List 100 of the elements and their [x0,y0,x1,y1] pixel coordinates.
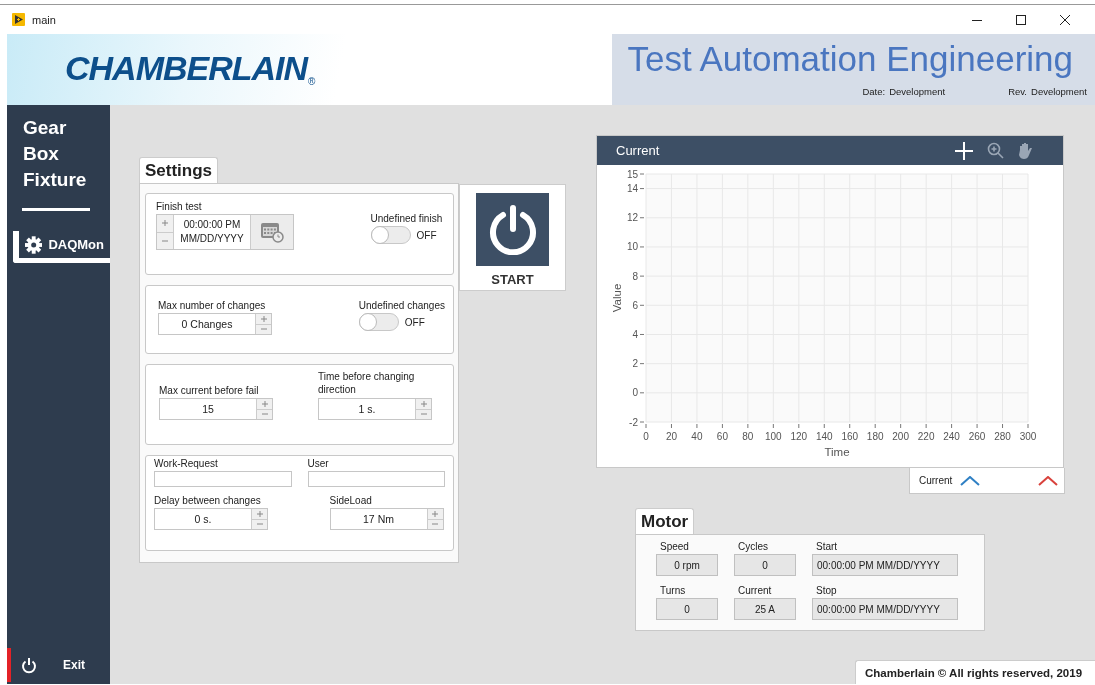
toggle-state: OFF [404,316,425,328]
tick-label: 40 [691,431,703,442]
increment-button[interactable] [157,215,173,232]
legend-label: Current [919,475,953,486]
tick-label: 120 [790,431,808,442]
datetime-field[interactable]: 00:00:00 PM MM/DD/YYYY [156,214,294,250]
field-label: SideLoad [329,495,373,506]
maximize-icon [1016,14,1026,25]
plus-icon [256,510,263,517]
tick-label: 0 [643,431,649,442]
minus-icon [261,413,268,416]
field-label: Start [815,541,839,552]
minus-icon [260,328,267,331]
decrement-button[interactable] [257,408,272,419]
field-label: Work-Request [154,458,219,469]
tick-label: -2 [629,416,638,428]
field-label: User [307,458,330,469]
readout-field: 00:00:00 PM MM/DD/YYYY [812,598,958,620]
minus-icon [162,239,168,242]
plus-icon [420,400,427,407]
field-label: Speed [659,541,690,552]
numeric-field[interactable]: 1 s. [318,398,432,420]
window-title: main [32,13,57,26]
tick-label: 2 [632,358,638,370]
tick-label: 100 [765,431,782,442]
plus-icon [432,510,438,517]
minus-icon [256,523,263,526]
readout-field: 0 [656,598,718,620]
field-label: Time before changing direction [318,370,416,396]
increment-button[interactable] [252,509,267,519]
tick-label: 180 [866,431,884,442]
numeric-field[interactable]: 17 Nm [329,508,444,530]
line-style-icon[interactable] [960,475,981,486]
hand-icon[interactable] [1018,142,1033,159]
numeric-field[interactable]: 0 Changes [158,313,272,335]
tick-label: 80 [742,431,754,442]
panel-tab[interactable]: Settings [139,157,219,183]
field-label: Stop [815,585,838,596]
crosshair-icon[interactable] [955,141,973,160]
toggle-label: Undefined finish [370,213,443,224]
minus-icon [420,413,427,416]
numeric-field[interactable]: 0 s. [154,508,268,530]
toggle-switch[interactable] [370,226,411,244]
datetime-text: MM/DD/YYYY [180,232,244,246]
tick-label: 260 [968,431,986,442]
tick-label: 14 [626,183,638,195]
axis-title: Value [611,283,623,313]
decrement-button[interactable] [427,518,443,529]
decrement-button[interactable] [252,518,267,529]
decrement-button[interactable] [416,408,431,419]
minus-icon [432,523,438,526]
tick-label: 6 [632,299,638,311]
nav-item[interactable]: DAQMon [13,231,110,263]
close-icon [1060,14,1070,25]
tick-label: 240 [943,431,960,442]
tick-label: 10 [626,241,638,253]
text-field[interactable] [154,471,292,487]
plus-icon [260,315,267,322]
app-title: Gear Box Fixture [23,116,87,192]
toggle-label: Undefined changes [358,300,445,311]
chart-title: Current [616,143,661,158]
field-label: Cycles [737,541,769,552]
tick-label: 4 [632,328,638,340]
tick-label: 20 [665,431,678,442]
power-icon [488,204,537,255]
app-icon [12,13,25,26]
increment-button[interactable] [256,314,271,324]
tick-label: 220 [917,431,935,442]
banner-title: Test Automation Engineering [627,38,1074,80]
toggle-switch[interactable] [358,313,399,331]
decrement-button[interactable] [256,323,271,334]
readout-field: 25 A [734,598,796,620]
increment-button[interactable] [427,509,443,519]
logo: CHAMBERLAIN [65,50,308,89]
zoom-icon[interactable] [987,142,1004,159]
text-field[interactable] [307,471,445,487]
field-label: Delay between changes [154,495,262,506]
readout-field: 00:00:00 PM MM/DD/YYYY [812,554,958,576]
tick-label: 280 [994,431,1011,442]
tick-label: 0 [632,387,638,399]
line-style-icon[interactable] [1038,475,1058,486]
tick-label: 300 [1019,431,1037,442]
tick-label: 8 [632,270,638,282]
field-label: Max number of changes [158,300,267,311]
plus-icon [162,220,168,227]
date-label: Date: [862,86,886,97]
calendar-icon [260,221,284,243]
increment-button[interactable] [257,399,272,409]
increment-button[interactable] [416,399,431,409]
plus-icon [261,400,268,407]
calendar-button[interactable] [250,215,293,249]
date-value: Development [889,86,946,97]
field-label: Current [737,585,773,596]
gear-icon [25,235,43,254]
rev-label: Rev. [1008,86,1027,97]
tick-label: 160 [841,431,859,442]
panel-tab[interactable]: Motor [635,508,695,534]
field-label: Turns [659,585,687,596]
field-label: Finish test [156,201,203,212]
numeric-field[interactable]: 15 [159,398,273,420]
